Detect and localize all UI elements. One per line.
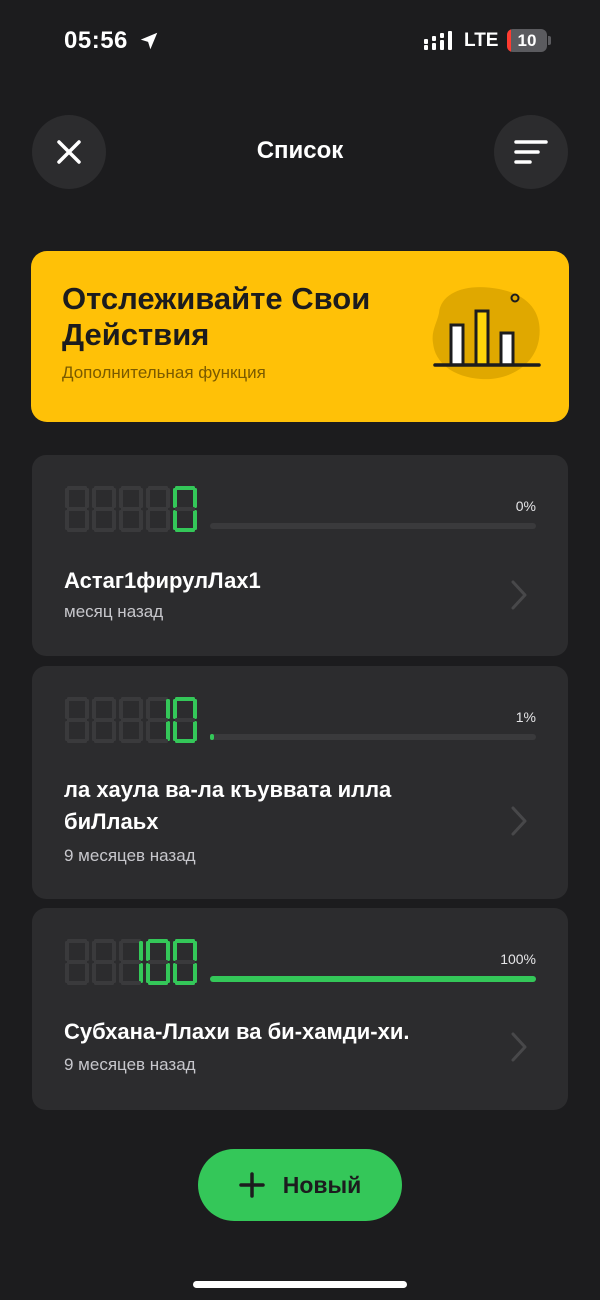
- counter-digit: [92, 697, 116, 743]
- battery-icon: 10: [507, 29, 547, 52]
- new-button-label: Новый: [282, 1171, 362, 1198]
- plus-icon: [238, 1172, 265, 1198]
- counter-title: Субхана-Ллахи ва би-хамди-хи.: [64, 1019, 410, 1044]
- counter-card[interactable]: 100% Субхана-Ллахи ва би-хамди-хи. 9 мес…: [32, 908, 568, 1110]
- progress-fill: [210, 734, 214, 740]
- sort-lines-icon: [514, 140, 548, 164]
- network-type: LTE: [464, 30, 499, 51]
- status-bar: 05:56 LTE 10: [0, 0, 600, 84]
- cellular-signal-icon: [424, 31, 452, 50]
- counter-digit: [173, 939, 197, 985]
- promo-title: Отслеживайте Свои Действия: [62, 281, 371, 352]
- new-counter-button[interactable]: Новый: [198, 1149, 402, 1221]
- counter-digit: [119, 939, 143, 985]
- chevron-right-icon: [511, 806, 527, 836]
- status-time: 05:56: [64, 27, 128, 54]
- progress-bar: [210, 734, 536, 740]
- progress-bar: [210, 523, 536, 529]
- battery-tip: [548, 36, 551, 45]
- progress-percent: 1%: [515, 709, 536, 725]
- counter-display: [65, 486, 197, 532]
- bar-chart-icon: [432, 287, 541, 380]
- progress-percent: 0%: [515, 498, 536, 514]
- counter-time: месяц назад: [64, 602, 164, 621]
- counter-digit: [173, 697, 197, 743]
- counter-card[interactable]: 1% ла хаула ва-ла къуввата илла биЛлаьх …: [32, 666, 568, 899]
- counter-card[interactable]: 0% Астаг1фирулЛах1 месяц назад: [32, 455, 568, 656]
- counter-digit: [146, 697, 170, 743]
- counter-digit: [65, 939, 89, 985]
- counter-display: [65, 939, 197, 985]
- counter-time: 9 месяцев назад: [64, 846, 196, 865]
- counter-digit: [65, 486, 89, 532]
- counter-digit: [173, 486, 197, 532]
- counter-digit: [119, 486, 143, 532]
- location-arrow-icon: [140, 32, 158, 50]
- promo-subtitle: Дополнительная функция: [62, 363, 266, 382]
- chevron-right-icon: [511, 580, 527, 610]
- counter-digit: [119, 697, 143, 743]
- counter-title: Астаг1фирулЛах1: [64, 568, 261, 593]
- counter-display: [65, 697, 197, 743]
- battery-level: 10: [517, 31, 537, 50]
- sort-button[interactable]: [494, 115, 568, 189]
- progress-fill: [210, 976, 536, 982]
- progress-bar: [210, 976, 536, 982]
- counter-digit: [92, 939, 116, 985]
- counter-digit: [65, 697, 89, 743]
- counter-time: 9 месяцев назад: [64, 1055, 196, 1074]
- counter-digit: [146, 486, 170, 532]
- promo-banner[interactable]: Отслеживайте Свои Действия Дополнительна…: [31, 251, 569, 422]
- counter-digit: [92, 486, 116, 532]
- home-indicator: [193, 1281, 407, 1288]
- chevron-right-icon: [511, 1032, 527, 1062]
- progress-percent: 100%: [500, 951, 536, 967]
- counter-digit: [146, 939, 170, 985]
- counter-title: ла хаула ва-ла къуввата илла биЛлаьх: [64, 777, 392, 834]
